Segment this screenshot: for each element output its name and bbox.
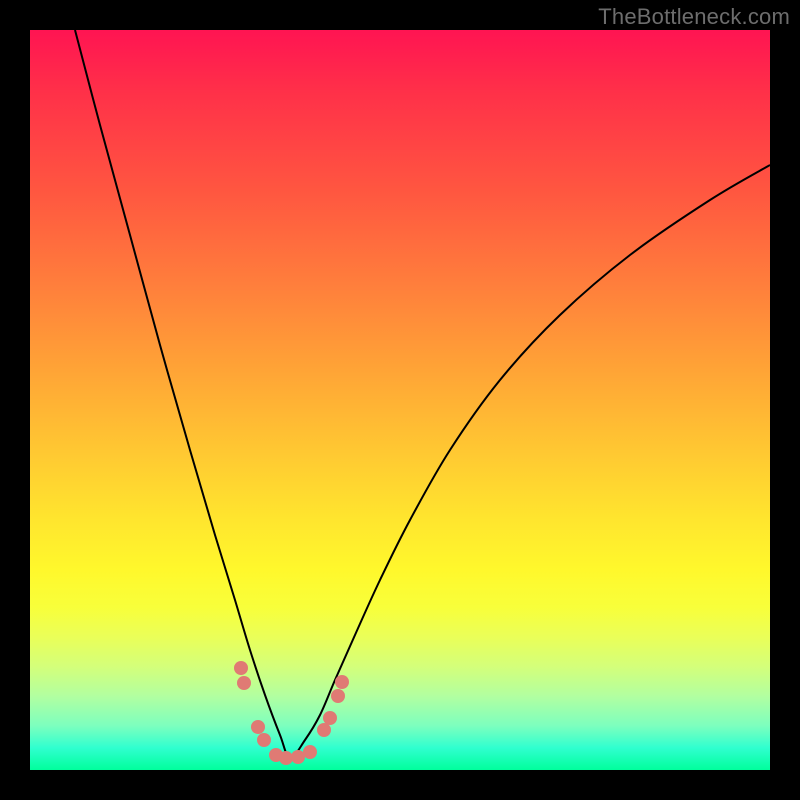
- chart-frame: TheBottleneck.com: [0, 0, 800, 800]
- highlight-dot: [251, 720, 265, 734]
- bottleneck-curve: [75, 30, 770, 758]
- highlight-dot: [317, 723, 331, 737]
- highlight-dots: [234, 661, 349, 765]
- highlight-dot: [291, 750, 305, 764]
- highlight-dot: [237, 676, 251, 690]
- plot-area: [30, 30, 770, 770]
- watermark-text: TheBottleneck.com: [598, 4, 790, 30]
- highlight-dot: [257, 733, 271, 747]
- highlight-dot: [323, 711, 337, 725]
- highlight-dot: [335, 675, 349, 689]
- highlight-dot: [234, 661, 248, 675]
- highlight-dot: [303, 745, 317, 759]
- curve-svg: [30, 30, 770, 770]
- highlight-dot: [331, 689, 345, 703]
- highlight-dot: [279, 751, 293, 765]
